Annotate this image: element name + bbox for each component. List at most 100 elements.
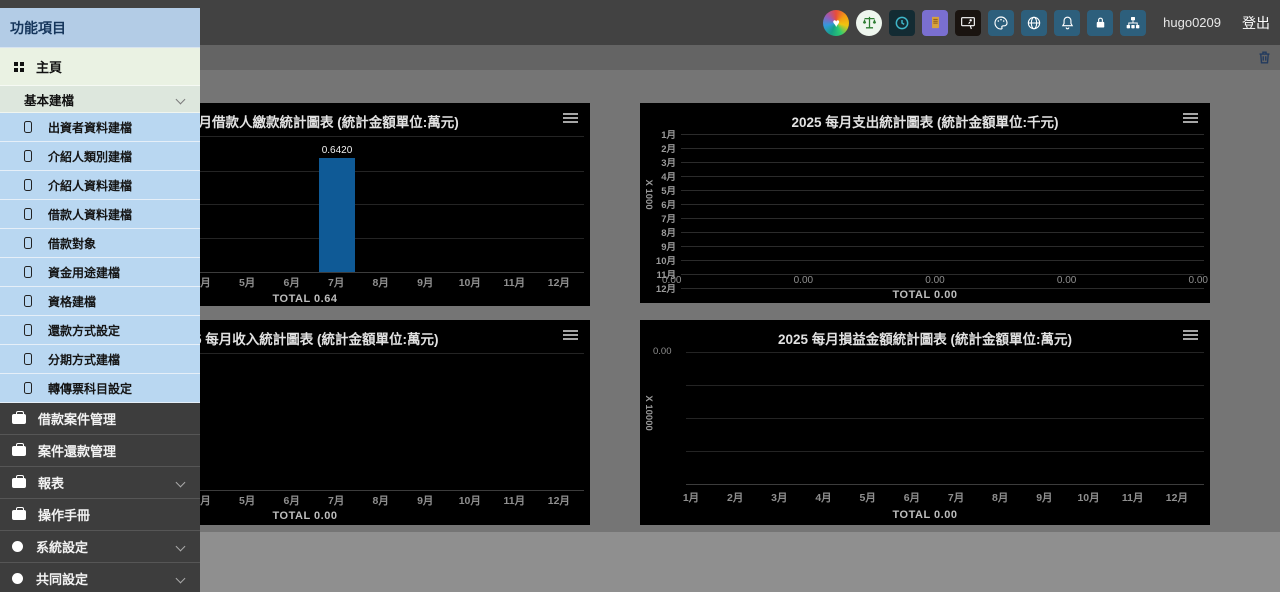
sidebar-item-label: 資格建檔 — [48, 293, 96, 310]
x-tick: 0.00 — [1189, 275, 1208, 286]
palette-icon[interactable] — [988, 10, 1014, 36]
y-zero-tick: 0.00 — [653, 346, 672, 357]
category-tick: 1月 — [650, 127, 676, 141]
app-logo-icon[interactable]: ♥ — [823, 10, 849, 36]
sidebar-item-home[interactable]: 主頁 — [0, 48, 200, 86]
briefcase-icon — [12, 510, 26, 520]
briefcase-icon — [12, 478, 26, 488]
x-axis-months: 1月 2月 3月 4月 5月 6月 7月 8月 9月 10月 11月 12月 — [676, 490, 1192, 505]
chart-total-label: TOTAL 0.00 — [640, 289, 1210, 301]
month-tick: 8月 — [985, 490, 1015, 505]
month-tick: 10月 — [1074, 490, 1104, 505]
form-icon — [24, 324, 32, 336]
sidebar-item-system-settings[interactable]: 系統設定 — [0, 531, 200, 563]
bar-july[interactable] — [319, 158, 355, 272]
sidebar-item-referrer-category[interactable]: 介紹人類別建檔 — [0, 142, 200, 171]
lock-icon[interactable] — [1087, 10, 1113, 36]
sidebar-item-label: 轉傳票科目設定 — [48, 380, 132, 397]
category-tick: 10月 — [650, 253, 676, 267]
chart-monthly-expenses: 2025 每月支出統計圖表 (統計金額單位:千元) X 1000 1月 2月 3… — [640, 103, 1210, 303]
y-axis-categories: 1月 2月 3月 4月 5月 6月 7月 8月 9月 10月 11月 12月 — [650, 127, 1204, 269]
month-tick: 8月 — [366, 493, 396, 508]
briefcase-icon — [12, 446, 26, 456]
category-tick: 7月 — [650, 211, 676, 225]
month-tick: 2月 — [720, 490, 750, 505]
x-tick: 0.00 — [662, 275, 681, 286]
chart-total-label: TOTAL 0.00 — [640, 509, 1210, 521]
category-tick: 6月 — [650, 197, 676, 211]
sidebar-item-label: 借款對象 — [48, 235, 96, 252]
sidebar-item-qualification[interactable]: 資格建檔 — [0, 287, 200, 316]
sidebar-item-label: 還款方式設定 — [48, 322, 120, 339]
sidebar-item-label: 操作手冊 — [38, 505, 90, 524]
presentation-icon[interactable] — [955, 10, 981, 36]
sitemap-icon[interactable] — [1120, 10, 1146, 36]
globe-icon[interactable] — [1021, 10, 1047, 36]
form-icon — [24, 353, 32, 365]
form-icon — [24, 295, 32, 307]
sidebar-item-repayment-method[interactable]: 還款方式設定 — [0, 316, 200, 345]
category-tick: 9月 — [650, 239, 676, 253]
chevron-down-icon — [176, 574, 186, 584]
scroll-icon[interactable] — [922, 10, 948, 36]
month-tick: 12月 — [544, 275, 574, 290]
bell-icon[interactable] — [1054, 10, 1080, 36]
briefcase-icon — [12, 414, 26, 424]
sidebar-item-label: 共同設定 — [36, 569, 88, 588]
sidebar-item-label: 分期方式建檔 — [48, 351, 120, 368]
circle-icon — [12, 573, 23, 584]
form-icon — [24, 150, 32, 162]
sidebar-item-investor-data[interactable]: 出資者資料建檔 — [0, 113, 200, 142]
delete-icon[interactable] — [1257, 50, 1272, 65]
sidebar-section-basic-data[interactable]: 基本建檔 — [0, 86, 200, 113]
month-tick: 5月 — [853, 490, 883, 505]
month-tick: 5月 — [232, 275, 262, 290]
chart-menu-icon[interactable] — [563, 113, 578, 115]
sidebar-item-fund-usage[interactable]: 資金用途建檔 — [0, 258, 200, 287]
category-tick: 3月 — [650, 155, 676, 169]
month-tick: 10月 — [455, 493, 485, 508]
sidebar-item-referrer-data[interactable]: 介紹人資料建檔 — [0, 171, 200, 200]
sidebar-item-label: 資金用途建檔 — [48, 264, 120, 281]
sidebar-item-case-repayment-mgmt[interactable]: 案件還款管理 — [0, 435, 200, 467]
circle-icon — [12, 541, 23, 552]
bar-value-label: 0.6420 — [307, 145, 367, 156]
month-tick: 9月 — [410, 493, 440, 508]
chart-menu-icon[interactable] — [563, 330, 578, 332]
sidebar-item-label: 系統設定 — [36, 537, 88, 556]
balance-scale-icon[interactable] — [856, 10, 882, 36]
sidebar-item-loan-case-mgmt[interactable]: 借款案件管理 — [0, 403, 200, 435]
month-tick: 9月 — [410, 275, 440, 290]
sidebar-item-voucher-subject[interactable]: 轉傳票科目設定 — [0, 374, 200, 403]
sidebar-title: 功能項目 — [0, 8, 200, 48]
balance-scale-glyph — [861, 14, 878, 31]
header-actions: ♥ hugo0209 登出 — [823, 0, 1270, 45]
form-icon — [24, 208, 32, 220]
sidebar-item-borrower-data[interactable]: 借款人資料建檔 — [0, 200, 200, 229]
month-tick: 7月 — [941, 490, 971, 505]
form-icon — [24, 382, 32, 394]
form-icon — [24, 266, 32, 278]
sidebar-section-label: 基本建檔 — [24, 90, 74, 109]
month-tick: 6月 — [277, 275, 307, 290]
chart-menu-icon[interactable] — [1183, 330, 1198, 332]
sidebar-item-loan-target[interactable]: 借款對象 — [0, 229, 200, 258]
month-tick: 12月 — [544, 493, 574, 508]
clock-icon[interactable] — [889, 10, 915, 36]
sidebar-item-reports[interactable]: 報表 — [0, 467, 200, 499]
sidebar-item-label: 介紹人資料建檔 — [48, 177, 132, 194]
sidebar-item-installment-method[interactable]: 分期方式建檔 — [0, 345, 200, 374]
sidebar-item-common-settings[interactable]: 共同設定 — [0, 563, 200, 592]
chevron-down-icon — [176, 478, 186, 488]
month-tick: 11月 — [1118, 490, 1148, 505]
grid-icon — [14, 62, 18, 66]
month-tick: 3月 — [764, 490, 794, 505]
logout-button[interactable]: 登出 — [1242, 13, 1270, 33]
month-tick: 8月 — [366, 275, 396, 290]
chart-menu-icon[interactable] — [1183, 113, 1198, 115]
sidebar-item-manual[interactable]: 操作手冊 — [0, 499, 200, 531]
sidebar-item-label: 借款人資料建檔 — [48, 206, 132, 223]
category-tick: 2月 — [650, 141, 676, 155]
month-tick: 11月 — [499, 493, 529, 508]
month-tick: 12月 — [1162, 490, 1192, 505]
